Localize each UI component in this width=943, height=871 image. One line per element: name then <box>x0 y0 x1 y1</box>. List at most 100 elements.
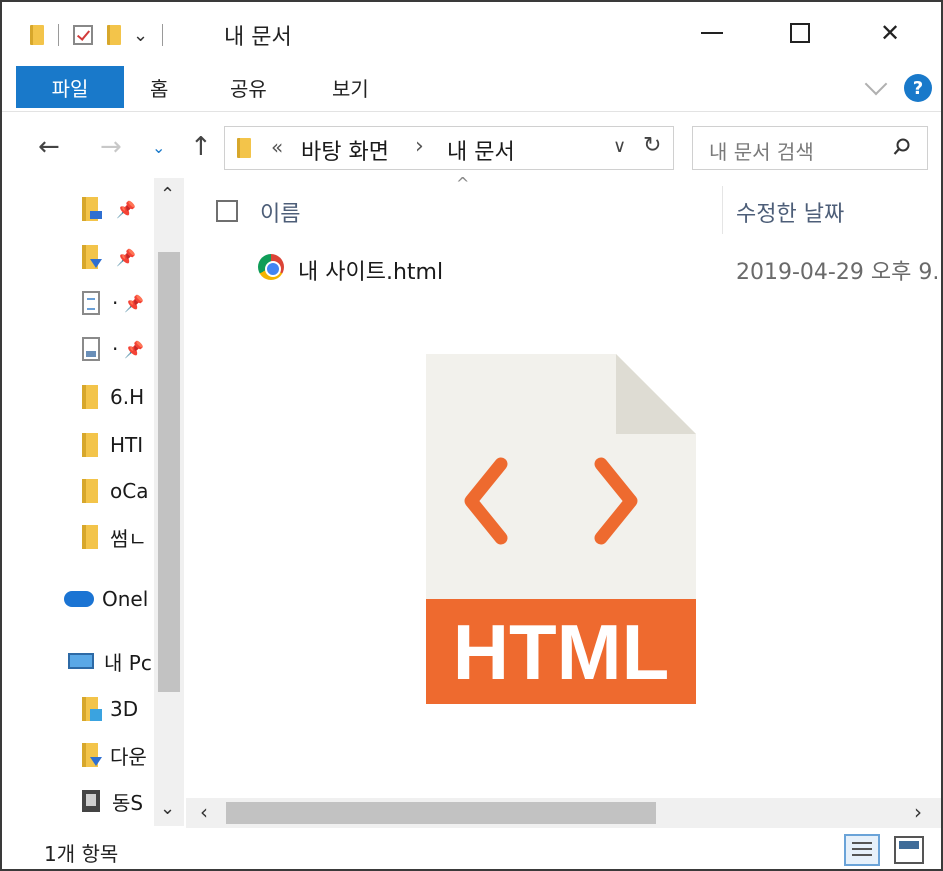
new-folder-icon[interactable] <box>107 25 121 45</box>
tab-share[interactable]: 공유 <box>230 66 267 108</box>
maximize-icon <box>790 23 810 43</box>
tab-file[interactable]: 파일 <box>16 66 124 108</box>
close-icon: ✕ <box>879 19 901 47</box>
file-explorer-window: ⌄ 내 문서 ✕ 파일 홈 공유 보기 ? ← → ⌄ ↑ « 바탕 화면 › … <box>0 0 943 871</box>
file-name[interactable]: 내 사이트.html <box>298 254 443 286</box>
sidebar-item-label: 동S <box>112 790 144 815</box>
minimize-button[interactable] <box>682 10 742 56</box>
onedrive-icon <box>64 591 94 607</box>
ribbon-tabs: 파일 홈 공유 보기 ? <box>2 66 941 112</box>
title-bar: ⌄ 내 문서 ✕ <box>2 2 941 66</box>
column-divider[interactable] <box>722 186 723 234</box>
chrome-icon <box>258 254 284 280</box>
pictures-icon <box>82 337 100 361</box>
documents-icon <box>82 291 100 315</box>
sidebar-item-label: 내 Pc <box>104 650 152 675</box>
maximize-button[interactable] <box>770 10 830 56</box>
file-row[interactable]: 내 사이트.html 2019-04-29 오후 9.. <box>186 246 941 292</box>
html-file-icon: HTML <box>426 354 696 704</box>
pc-icon <box>68 653 94 669</box>
quick-access-toolbar: ⌄ <box>30 20 177 50</box>
3d-objects-icon <box>82 697 102 721</box>
downloads-folder-icon <box>82 743 102 767</box>
search-box[interactable]: 내 문서 검색 <box>692 126 928 170</box>
folder-icon <box>82 525 98 549</box>
folder-icon <box>82 433 98 457</box>
pin-icon: 📌 <box>116 199 136 219</box>
folder-icon <box>82 479 98 503</box>
window-title: 내 문서 <box>224 25 292 50</box>
sidebar-item-label: oCa <box>110 479 149 503</box>
pin-icon: 📌 <box>116 247 136 267</box>
breadcrumb-my-documents[interactable]: 내 문서 <box>447 134 515 166</box>
horizontal-scrollbar[interactable]: ‹ › <box>186 798 941 828</box>
details-view-icon[interactable] <box>844 834 880 866</box>
search-placeholder: 내 문서 검색 <box>709 140 814 164</box>
forward-button[interactable]: → <box>100 132 122 162</box>
file-date: 2019-04-29 오후 9.. <box>736 260 943 285</box>
file-list: ^ 이름 수정한 날짜 내 사이트.html 2019-04-29 오후 9..… <box>186 174 941 798</box>
sidebar-item-onedrive[interactable]: Onel <box>64 576 154 622</box>
folder-icon <box>237 138 251 158</box>
help-button[interactable]: ? <box>904 74 932 102</box>
sidebar-item-label: · <box>112 337 119 361</box>
select-all-checkbox[interactable] <box>216 200 238 222</box>
address-dropdown-icon[interactable]: ∨ <box>613 136 626 157</box>
sidebar-item-label: · <box>112 291 119 315</box>
pin-icon: 📌 <box>124 293 145 313</box>
scroll-up-icon[interactable]: ⌃ <box>160 184 175 205</box>
column-header-name[interactable]: 이름 <box>260 196 300 228</box>
desktop-folder-icon <box>82 197 102 221</box>
up-button[interactable]: ↑ <box>190 132 212 162</box>
folder-icon <box>82 385 98 409</box>
scroll-left-icon[interactable]: ‹ <box>200 800 208 824</box>
properties-icon[interactable] <box>73 25 93 45</box>
sidebar-item-this-pc[interactable]: 내 Pc <box>68 638 154 684</box>
sidebar-item-3d-objects[interactable]: 3D <box>82 686 154 732</box>
column-header-date-modified[interactable]: 수정한 날짜 <box>736 196 844 228</box>
sort-ascending-icon: ^ <box>456 174 470 193</box>
sidebar-scrollbar[interactable]: ⌃ ⌄ <box>154 178 184 826</box>
separator <box>162 24 164 46</box>
scrollbar-thumb[interactable] <box>158 252 180 692</box>
sidebar-item-folder-oca[interactable]: oCa <box>82 468 154 514</box>
html-label: HTML <box>453 608 670 696</box>
large-icons-view-icon[interactable] <box>894 836 924 864</box>
separator <box>58 24 59 46</box>
refresh-icon[interactable]: ↻ <box>643 133 661 158</box>
sidebar-item-folder-6h[interactable]: 6.H <box>82 374 154 420</box>
minimize-icon <box>701 32 723 34</box>
sidebar-item-label: 3D <box>110 697 139 721</box>
customize-toolbar-icon[interactable]: ⌄ <box>133 25 148 46</box>
address-bar[interactable]: « 바탕 화면 › 내 문서 ∨ ↻ <box>224 126 674 170</box>
breadcrumb-separator-icon[interactable]: › <box>415 134 424 159</box>
sidebar-item-videos[interactable]: 동S <box>82 778 154 824</box>
pin-icon: 📌 <box>124 339 145 359</box>
scroll-down-icon[interactable]: ⌄ <box>160 798 175 819</box>
expand-ribbon-icon[interactable] <box>864 72 888 96</box>
scroll-right-icon[interactable]: › <box>914 800 922 824</box>
search-icon <box>893 138 910 155</box>
tab-view[interactable]: 보기 <box>332 66 369 108</box>
sidebar-item-label: Onel <box>102 587 149 611</box>
navigation-bar: ← → ⌄ ↑ « 바탕 화면 › 내 문서 ∨ ↻ 내 문서 검색 <box>2 120 941 176</box>
sidebar-item-label: HTI <box>110 433 144 457</box>
folder-icon[interactable] <box>30 25 44 45</box>
sidebar-item-label: 다운 <box>110 744 147 769</box>
sidebar-item-folder-html[interactable]: HTI <box>82 422 154 468</box>
status-bar: 1개 항목 <box>2 828 941 869</box>
recent-locations-icon[interactable]: ⌄ <box>152 138 165 157</box>
close-button[interactable]: ✕ <box>860 10 920 56</box>
overflow-chevron-icon[interactable]: « <box>271 135 283 159</box>
downloads-folder-icon <box>82 245 102 269</box>
sidebar-item-downloads-pc[interactable]: 다운 <box>82 732 154 778</box>
breadcrumb-desktop[interactable]: 바탕 화면 <box>301 134 389 166</box>
videos-icon <box>82 790 100 812</box>
tab-home[interactable]: 홈 <box>150 66 168 108</box>
sidebar-item-label: 썸ㄴ <box>110 526 147 551</box>
sidebar-item-label: 6.H <box>110 385 145 409</box>
item-count: 1개 항목 <box>44 842 119 866</box>
back-button[interactable]: ← <box>38 132 60 162</box>
scrollbar-thumb[interactable] <box>226 802 656 824</box>
sidebar-item-folder-thumbnail[interactable]: 썸ㄴ <box>82 514 154 560</box>
